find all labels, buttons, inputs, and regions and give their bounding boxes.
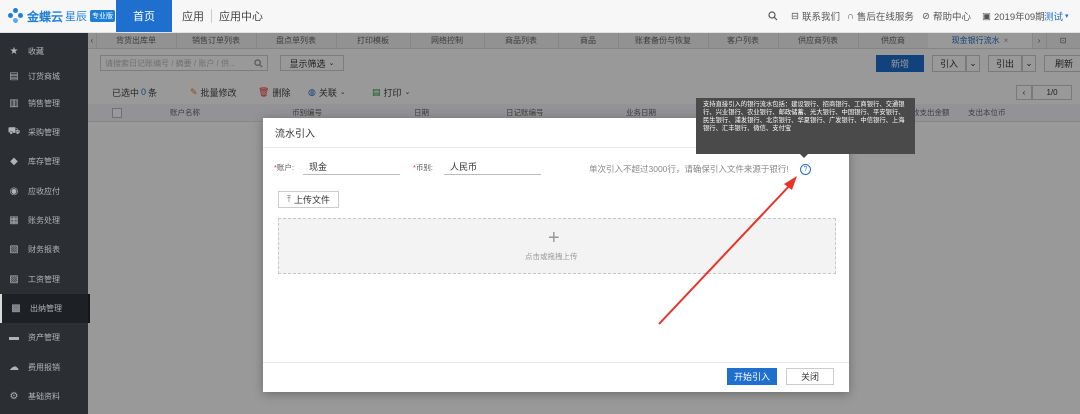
tooltip-arrow (800, 154, 808, 158)
logo-sub: 星辰 (65, 11, 88, 23)
nav-home[interactable]: 首页 (116, 0, 172, 32)
import-hint: 单次引入不超过3000行，请确保引入文件来源于银行! (589, 164, 789, 174)
upload-label: 上传文件 (293, 195, 330, 205)
dropzone-text: 点击或拖拽上传 (525, 252, 578, 261)
account-label-text: 账户: (276, 163, 295, 172)
upload-icon: ⤒ (287, 194, 291, 204)
contact-icon: ⊟ (791, 10, 799, 22)
start-import-button[interactable]: 开始引入 (727, 368, 777, 385)
close-button[interactable]: 关闭 (786, 368, 834, 385)
period-label: 2019年09期 (993, 12, 1045, 23)
service-link[interactable]: ∩ 售后在线服务 (847, 0, 914, 32)
supported-banks-tooltip: 支持直接引入的银行流水包括：建设银行、招商银行、工商银行、交通银行、兴业银行、农… (696, 98, 915, 154)
dialog-footer-divider (263, 362, 849, 363)
upload-file-button[interactable]: ⤒ 上传文件 (278, 191, 339, 208)
nav-app-center[interactable]: 应用中心 (219, 0, 263, 32)
help-label: 帮助中心 (932, 12, 971, 23)
app-logo[interactable]: 金蝶云 星辰 专业版 (8, 6, 116, 26)
help-circle-icon: ⊘ (922, 10, 930, 22)
service-label: 售后在线服务 (856, 12, 914, 23)
search-icon[interactable] (768, 0, 778, 32)
period-selector[interactable]: ▣ 2019年09期 (982, 0, 1045, 32)
headset-icon: ∩ (847, 10, 854, 22)
plus-icon: + (548, 227, 560, 249)
edition-badge: 专业版 (90, 10, 116, 22)
calendar-icon: ▣ (982, 10, 991, 22)
help-center-link[interactable]: ⊘ 帮助中心 (922, 0, 971, 32)
account-label: *账户: (274, 163, 295, 172)
user-menu[interactable]: 测试 ▾ (1044, 0, 1069, 32)
currency-field[interactable]: 人民币 (444, 158, 541, 175)
logo-text: 金蝶云 (27, 9, 64, 24)
contact-us-link[interactable]: ⊟ 联系我们 (791, 0, 840, 32)
user-name: 测试 (1044, 12, 1064, 23)
currency-label-text: 币别: (415, 163, 434, 172)
account-field[interactable]: 现金 (303, 158, 400, 175)
nav-apps[interactable]: 应用 (182, 0, 204, 32)
sidebar-dim (0, 33, 88, 414)
chevron-down-icon: ▾ (1065, 13, 1069, 20)
nav-separator (211, 9, 212, 23)
currency-label: *币别: (413, 163, 434, 172)
question-icon[interactable]: ? (800, 164, 811, 175)
contact-label: 联系我们 (801, 12, 840, 23)
logo-icon (8, 8, 24, 24)
